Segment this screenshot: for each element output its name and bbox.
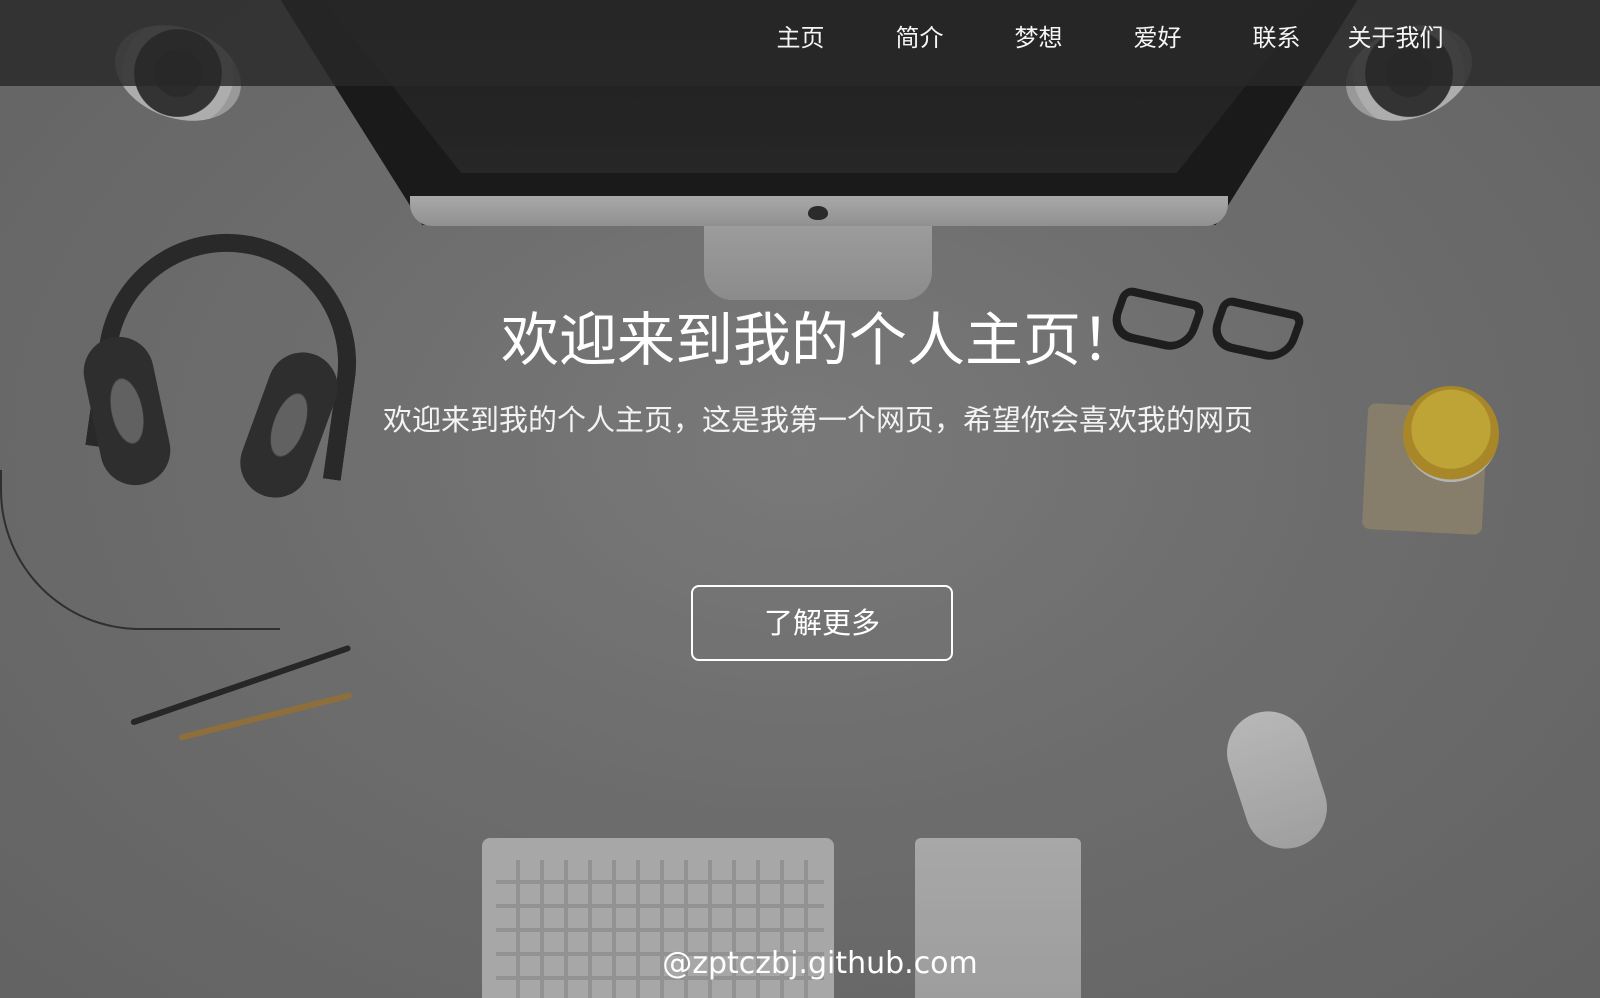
top-navbar: 主页 简介 梦想 爱好 联系 关于我们 xyxy=(0,0,1600,86)
nav-menu: 主页 简介 梦想 爱好 联系 关于我们 xyxy=(741,20,1455,56)
background-overlay xyxy=(0,0,1600,998)
footer-github-link[interactable]: @zptczbj.github.com xyxy=(0,944,1600,984)
nav-item-intro[interactable]: 简介 xyxy=(860,20,979,56)
nav-item-contact[interactable]: 联系 xyxy=(1217,20,1336,56)
background-desk-photo xyxy=(0,0,1600,998)
nav-item-about-us[interactable]: 关于我们 xyxy=(1336,20,1455,56)
nav-item-hobby[interactable]: 爱好 xyxy=(1098,20,1217,56)
hero-title: 欢迎来到我的个人主页！ xyxy=(500,306,1139,374)
nav-item-dream[interactable]: 梦想 xyxy=(979,20,1098,56)
nav-item-home[interactable]: 主页 xyxy=(741,20,860,56)
hero-subtitle: 欢迎来到我的个人主页，这是我第一个网页，希望你会喜欢我的网页 xyxy=(382,403,1253,437)
learn-more-button[interactable]: 了解更多 xyxy=(691,585,953,661)
